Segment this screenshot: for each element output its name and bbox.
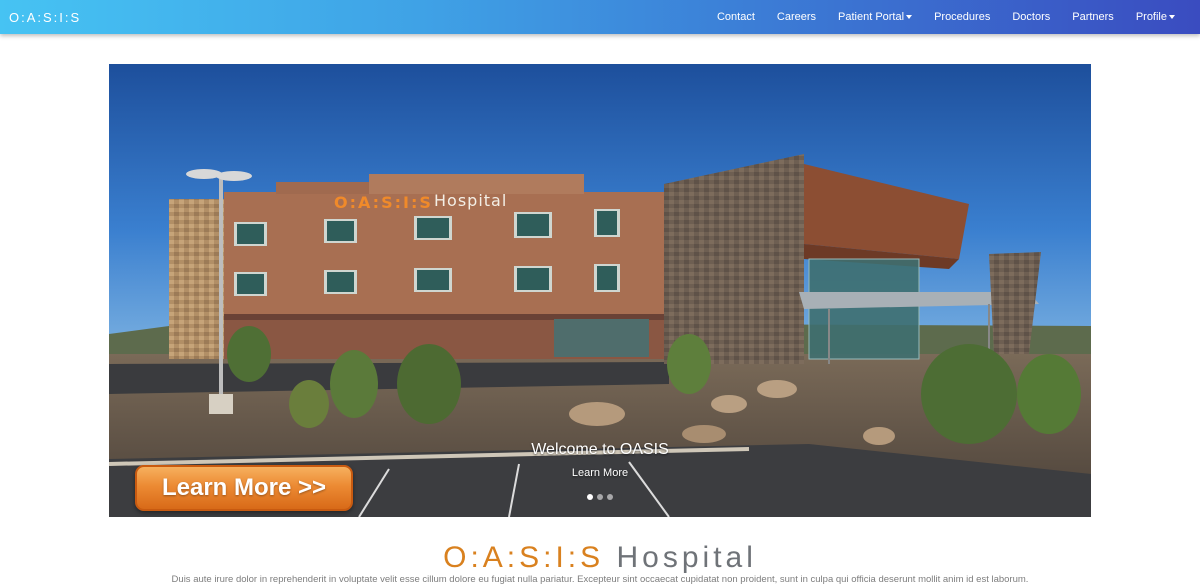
- section-logo: O:A:S:I:S Hospital: [0, 540, 1200, 576]
- nav-profile-dropdown[interactable]: Profile: [1136, 11, 1175, 23]
- nav-patient-portal-dropdown[interactable]: Patient Portal: [838, 11, 913, 23]
- section-logo-rest: Hospital: [604, 541, 757, 574]
- hero-carousel[interactable]: O:A:S:I:S Hospital Welcome to OASIS Lear…: [109, 64, 1091, 517]
- brand-logo[interactable]: O:A:S:I:S: [9, 10, 81, 25]
- building-sign-accent: O:A:S:I:S: [334, 193, 433, 212]
- carousel-indicator-1[interactable]: [587, 494, 593, 500]
- carousel-indicator-2[interactable]: [597, 494, 603, 500]
- nav-profile-label: Profile: [1135, 11, 1167, 23]
- section-logo-accent: O:A:S:I:S: [443, 541, 605, 574]
- nav-partners[interactable]: Partners: [1072, 11, 1114, 23]
- nav-contact[interactable]: Contact: [717, 11, 755, 23]
- nav-patient-portal-label: Patient Portal: [838, 11, 905, 23]
- caret-down-icon: [906, 14, 913, 19]
- caret-down-icon: [1169, 14, 1175, 19]
- building-sign-rest: Hospital: [434, 191, 507, 210]
- section-lead-text: Duis aute irure dolor in reprehenderit i…: [171, 574, 1029, 585]
- nav-links: Contact Careers Patient Portal Procedure…: [695, 0, 1175, 34]
- learn-more-button[interactable]: Learn More >>: [135, 465, 353, 511]
- nav-careers[interactable]: Careers: [777, 11, 816, 23]
- nav-procedures[interactable]: Procedures: [934, 11, 990, 23]
- carousel-indicator-3[interactable]: [607, 494, 613, 500]
- nav-doctors[interactable]: Doctors: [1012, 11, 1050, 23]
- top-navbar: O:A:S:I:S Contact Careers Patient Portal…: [0, 0, 1200, 34]
- slide-caption-title: Welcome to OASIS: [531, 441, 669, 458]
